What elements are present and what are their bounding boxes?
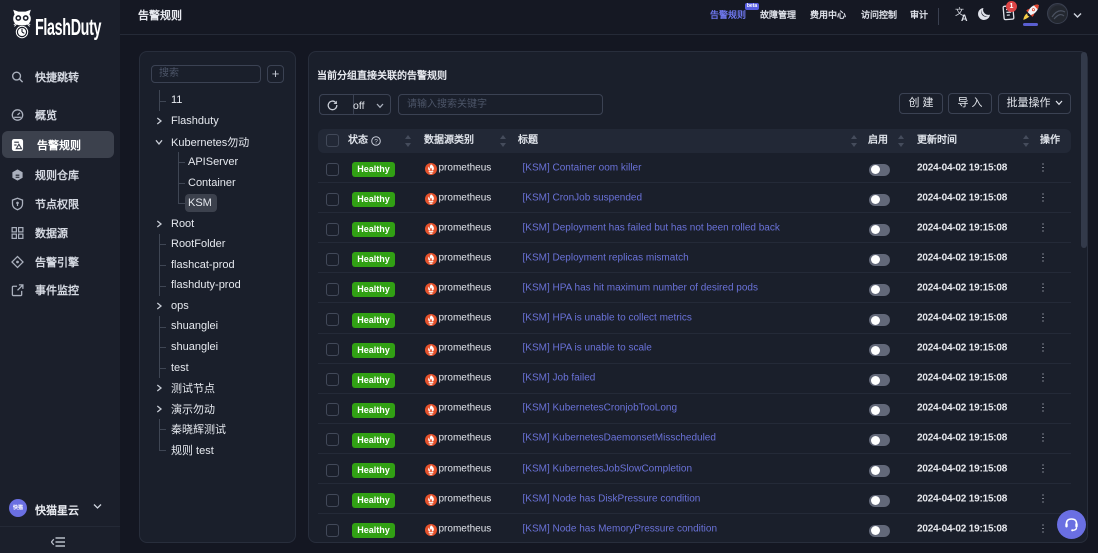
svg-text:A: A bbox=[961, 13, 968, 23]
svg-text:?: ? bbox=[374, 138, 378, 145]
